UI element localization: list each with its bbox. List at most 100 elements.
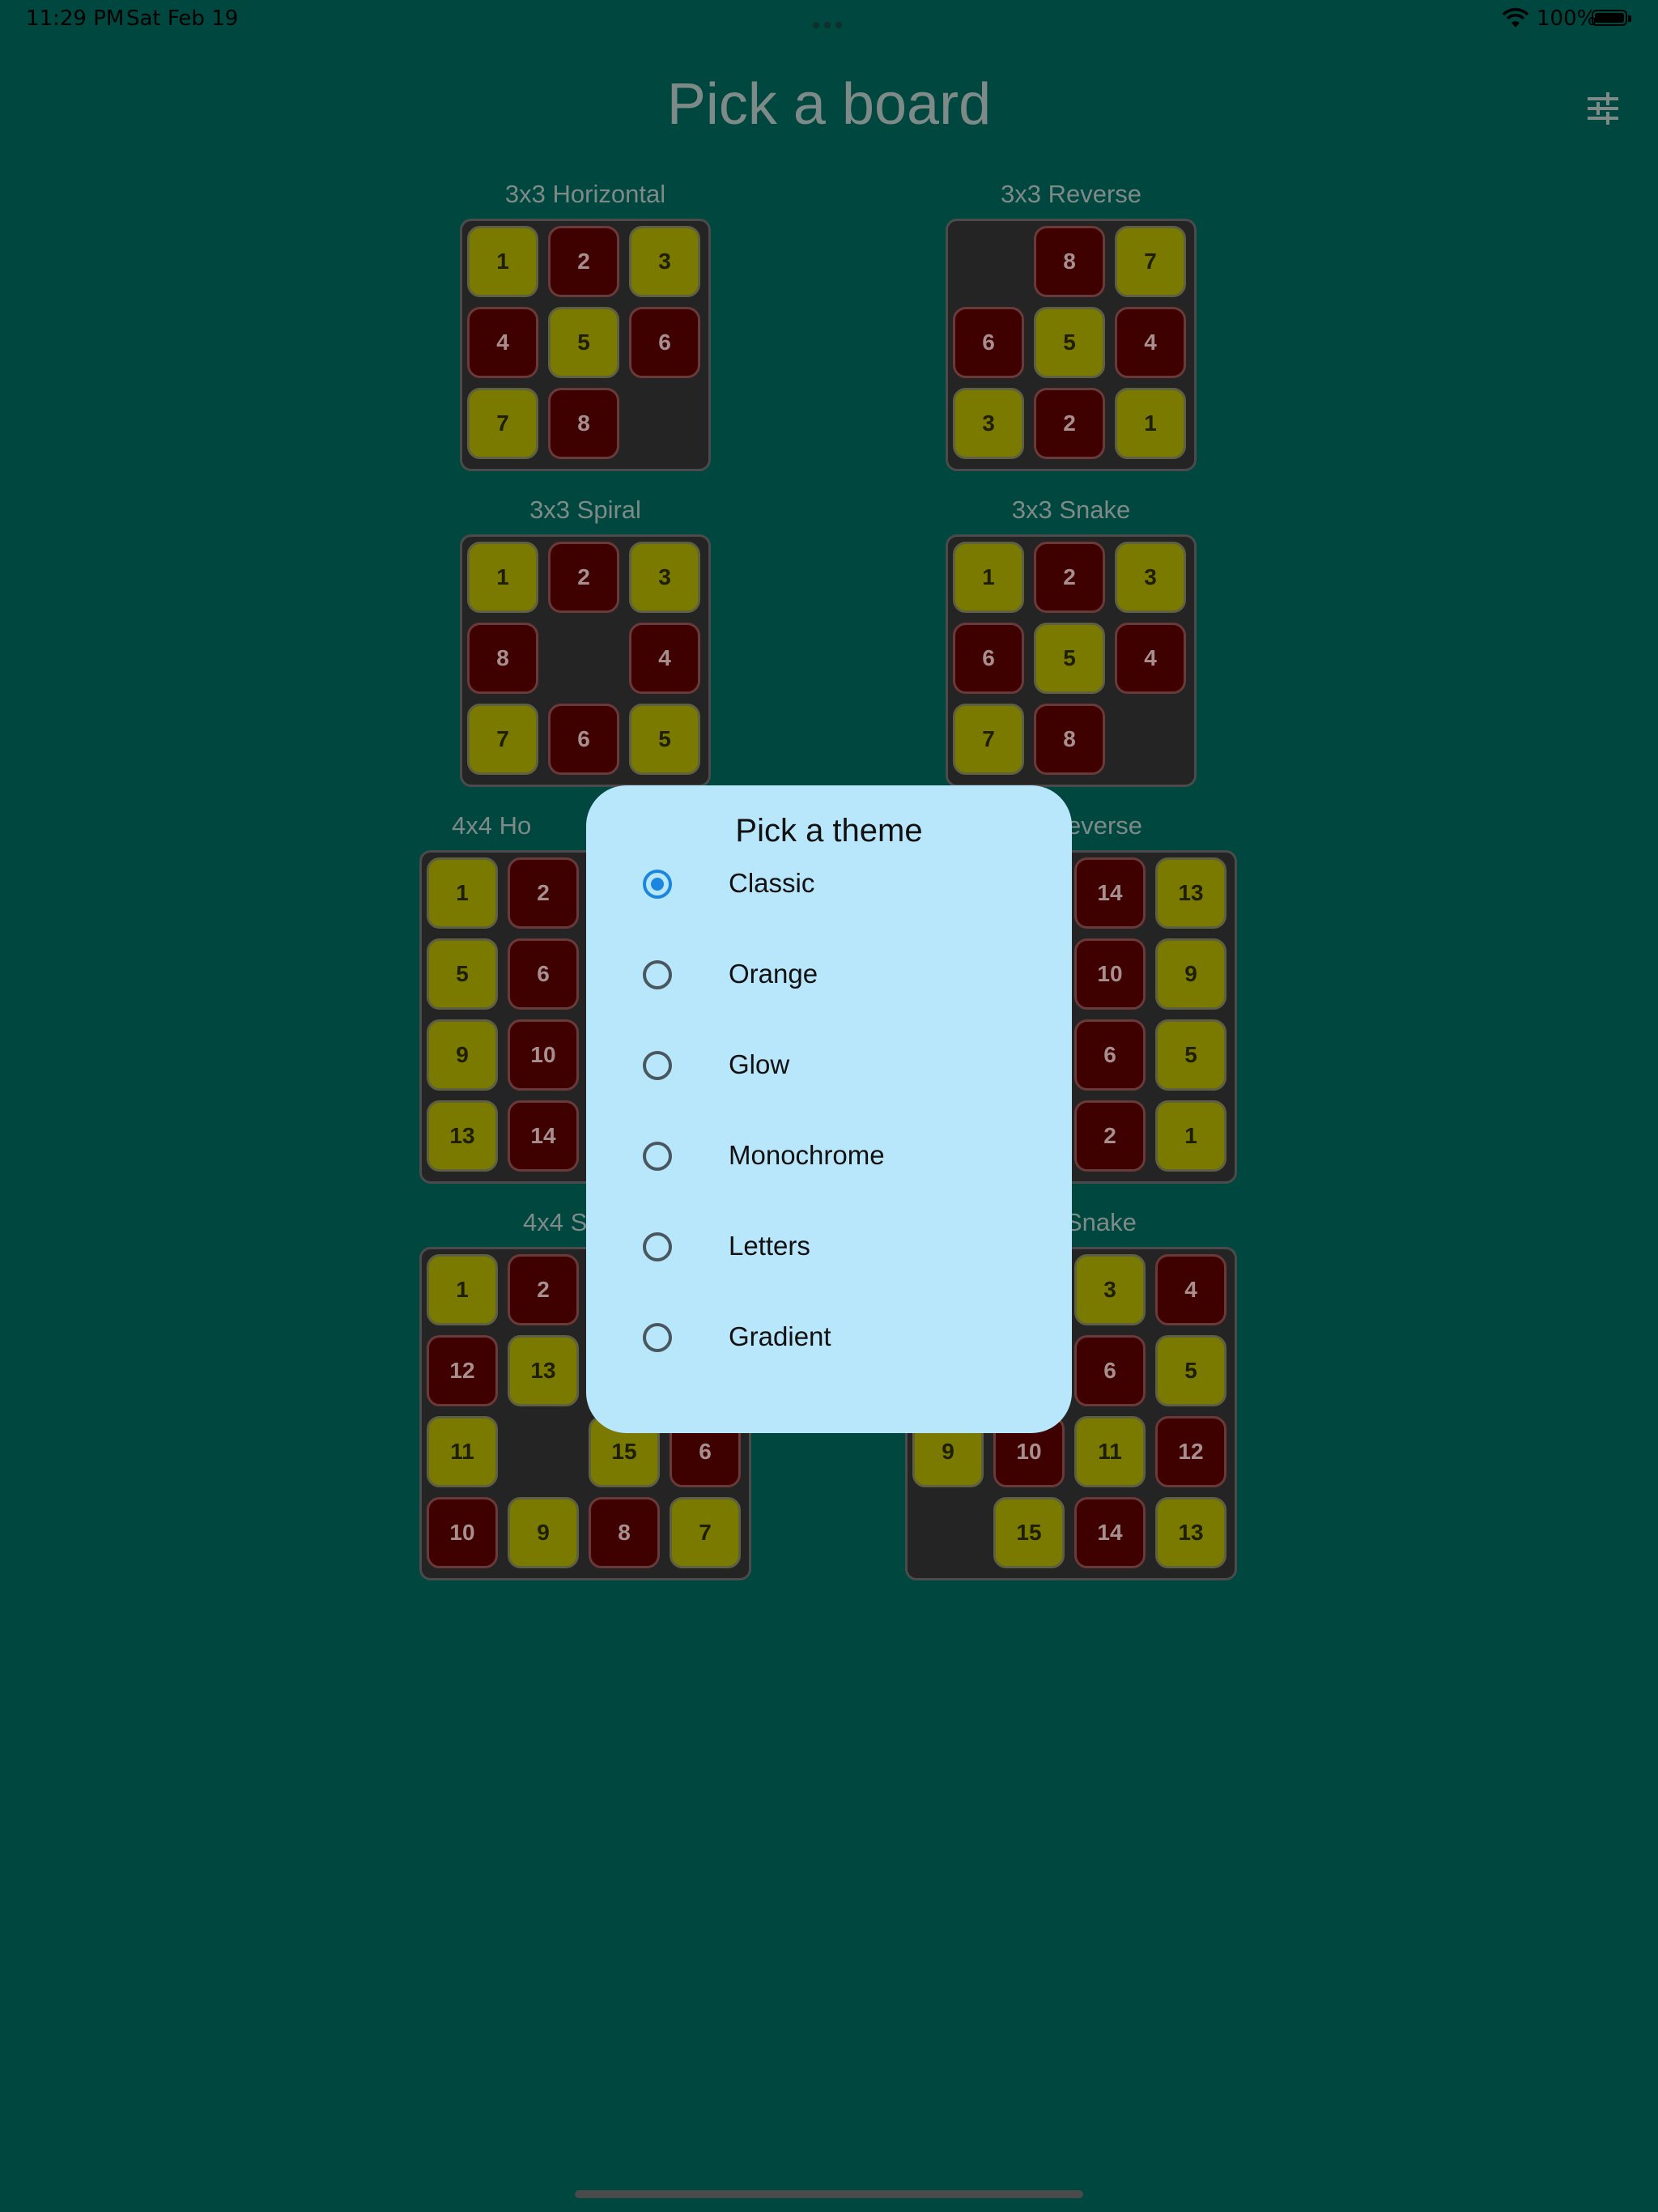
puzzle-tile: 1: [953, 542, 1024, 613]
board-preview[interactable]: 87 654 321: [946, 219, 1197, 471]
puzzle-tile: 2: [548, 542, 619, 613]
theme-option-label: Letters: [729, 1231, 810, 1261]
puzzle-tile: 8: [1034, 704, 1105, 775]
puzzle-tile: 12: [1155, 1416, 1226, 1487]
puzzle-tile: 7: [670, 1497, 741, 1568]
puzzle-tile: 10: [427, 1497, 498, 1568]
puzzle-tile: 6: [548, 704, 619, 775]
status-time: 11:29 PM: [26, 6, 125, 31]
puzzle-tile: 11: [427, 1416, 498, 1487]
puzzle-tile: 8: [548, 388, 619, 459]
puzzle-tile: 5: [1034, 623, 1105, 694]
puzzle-tile: 8: [589, 1497, 660, 1568]
puzzle-tile: 1: [427, 1254, 498, 1325]
battery-icon: [1592, 10, 1631, 26]
puzzle-tile: 1: [467, 542, 538, 613]
puzzle-tile: 10: [1074, 938, 1146, 1010]
puzzle-tile: 4: [1115, 623, 1186, 694]
puzzle-tile: 8: [467, 623, 538, 694]
puzzle-tile: 13: [1155, 1497, 1226, 1568]
status-date: Sat Feb 19: [126, 6, 239, 31]
dialog-title: Pick a theme: [735, 813, 923, 849]
puzzle-tile: 3: [629, 542, 700, 613]
theme-option-label: Classic: [729, 868, 815, 898]
puzzle-tile: 8: [1034, 226, 1105, 297]
puzzle-tile: 6: [508, 938, 579, 1010]
battery-percent: 100%: [1537, 6, 1597, 31]
board-label: Snake: [1065, 1208, 1137, 1236]
theme-option-glow[interactable]: Glow: [635, 1033, 1023, 1098]
theme-option-label: Monochrome: [729, 1140, 885, 1170]
puzzle-tile: 12: [427, 1335, 498, 1406]
puzzle-tile: 5: [427, 938, 498, 1010]
puzzle-tile: 1: [467, 226, 538, 297]
radio-unselected-icon[interactable]: [643, 960, 672, 989]
puzzle-tile: 15: [993, 1497, 1065, 1568]
theme-option-monochrome[interactable]: Monochrome: [635, 1124, 1023, 1189]
puzzle-tile: 14: [508, 1100, 579, 1172]
theme-option-label: Gradient: [729, 1321, 831, 1351]
board-label: 4x4 Ho: [452, 811, 532, 840]
board-preview[interactable]: 123 8 4 765: [460, 534, 711, 787]
puzzle-tile: 13: [508, 1335, 579, 1406]
board-label: everse: [1067, 811, 1143, 840]
board-label: 3x3 Spiral: [529, 496, 641, 524]
puzzle-tile: 2: [548, 226, 619, 297]
radio-unselected-icon[interactable]: [643, 1323, 672, 1352]
board-label: 3x3 Reverse: [1000, 180, 1142, 208]
puzzle-tile: 2: [1074, 1100, 1146, 1172]
theme-option-letters[interactable]: Letters: [635, 1214, 1023, 1279]
puzzle-tile: 4: [1155, 1254, 1226, 1325]
home-indicator[interactable]: [575, 2190, 1083, 2198]
settings-sliders-icon[interactable]: [1587, 92, 1619, 125]
theme-option-orange[interactable]: Orange: [635, 942, 1023, 1007]
puzzle-tile: 13: [427, 1100, 498, 1172]
puzzle-tile: 7: [467, 388, 538, 459]
puzzle-tile: 4: [1115, 307, 1186, 378]
puzzle-tile: 7: [467, 704, 538, 775]
puzzle-tile: 3: [629, 226, 700, 297]
puzzle-tile: 13: [1155, 857, 1226, 929]
puzzle-tile: 9: [1155, 938, 1226, 1010]
theme-option-label: Glow: [729, 1049, 790, 1079]
radio-unselected-icon[interactable]: [643, 1232, 672, 1261]
page-title: Pick a board: [666, 72, 992, 137]
wifi-icon: [1503, 8, 1528, 28]
puzzle-tile: 3: [1115, 542, 1186, 613]
puzzle-tile: 14: [1074, 857, 1146, 929]
puzzle-tile: 3: [1074, 1254, 1146, 1325]
radio-unselected-icon[interactable]: [643, 1051, 672, 1080]
radio-unselected-icon[interactable]: [643, 1142, 672, 1171]
board-preview[interactable]: 123 654 78: [946, 534, 1197, 787]
puzzle-tile: 5: [1034, 307, 1105, 378]
puzzle-tile: 7: [1115, 226, 1186, 297]
puzzle-tile: 11: [1074, 1416, 1146, 1487]
puzzle-tile: 5: [1155, 1019, 1226, 1091]
puzzle-tile: 5: [1155, 1335, 1226, 1406]
board-label: 3x3 Horizontal: [504, 180, 666, 208]
puzzle-tile: 6: [953, 307, 1024, 378]
radio-selected-icon[interactable]: [643, 870, 672, 899]
theme-dialog: Pick a theme Classic Orange Glow Monochrome…: [586, 785, 1072, 1433]
multitasking-dots-icon[interactable]: [813, 16, 848, 28]
puzzle-tile: 6: [1074, 1019, 1146, 1091]
board-preview[interactable]: 123 456 78: [460, 219, 711, 471]
board-label: 3x3 Snake: [1011, 496, 1131, 524]
puzzle-tile: 4: [629, 623, 700, 694]
puzzle-tile: 7: [953, 704, 1024, 775]
theme-option-classic[interactable]: Classic: [635, 852, 1023, 917]
puzzle-tile: 6: [629, 307, 700, 378]
puzzle-tile: 9: [427, 1019, 498, 1091]
puzzle-tile: 9: [508, 1497, 579, 1568]
puzzle-tile: 10: [508, 1019, 579, 1091]
puzzle-tile: 1: [1155, 1100, 1226, 1172]
theme-option-label: Orange: [729, 959, 818, 989]
puzzle-tile: 6: [1074, 1335, 1146, 1406]
puzzle-tile: 2: [1034, 388, 1105, 459]
puzzle-tile: 14: [1074, 1497, 1146, 1568]
status-bar: 11:29 PM Sat Feb 19 100%: [0, 0, 1658, 39]
puzzle-tile: 1: [427, 857, 498, 929]
puzzle-tile: 6: [953, 623, 1024, 694]
puzzle-tile: 3: [953, 388, 1024, 459]
theme-option-gradient[interactable]: Gradient: [635, 1305, 1023, 1370]
